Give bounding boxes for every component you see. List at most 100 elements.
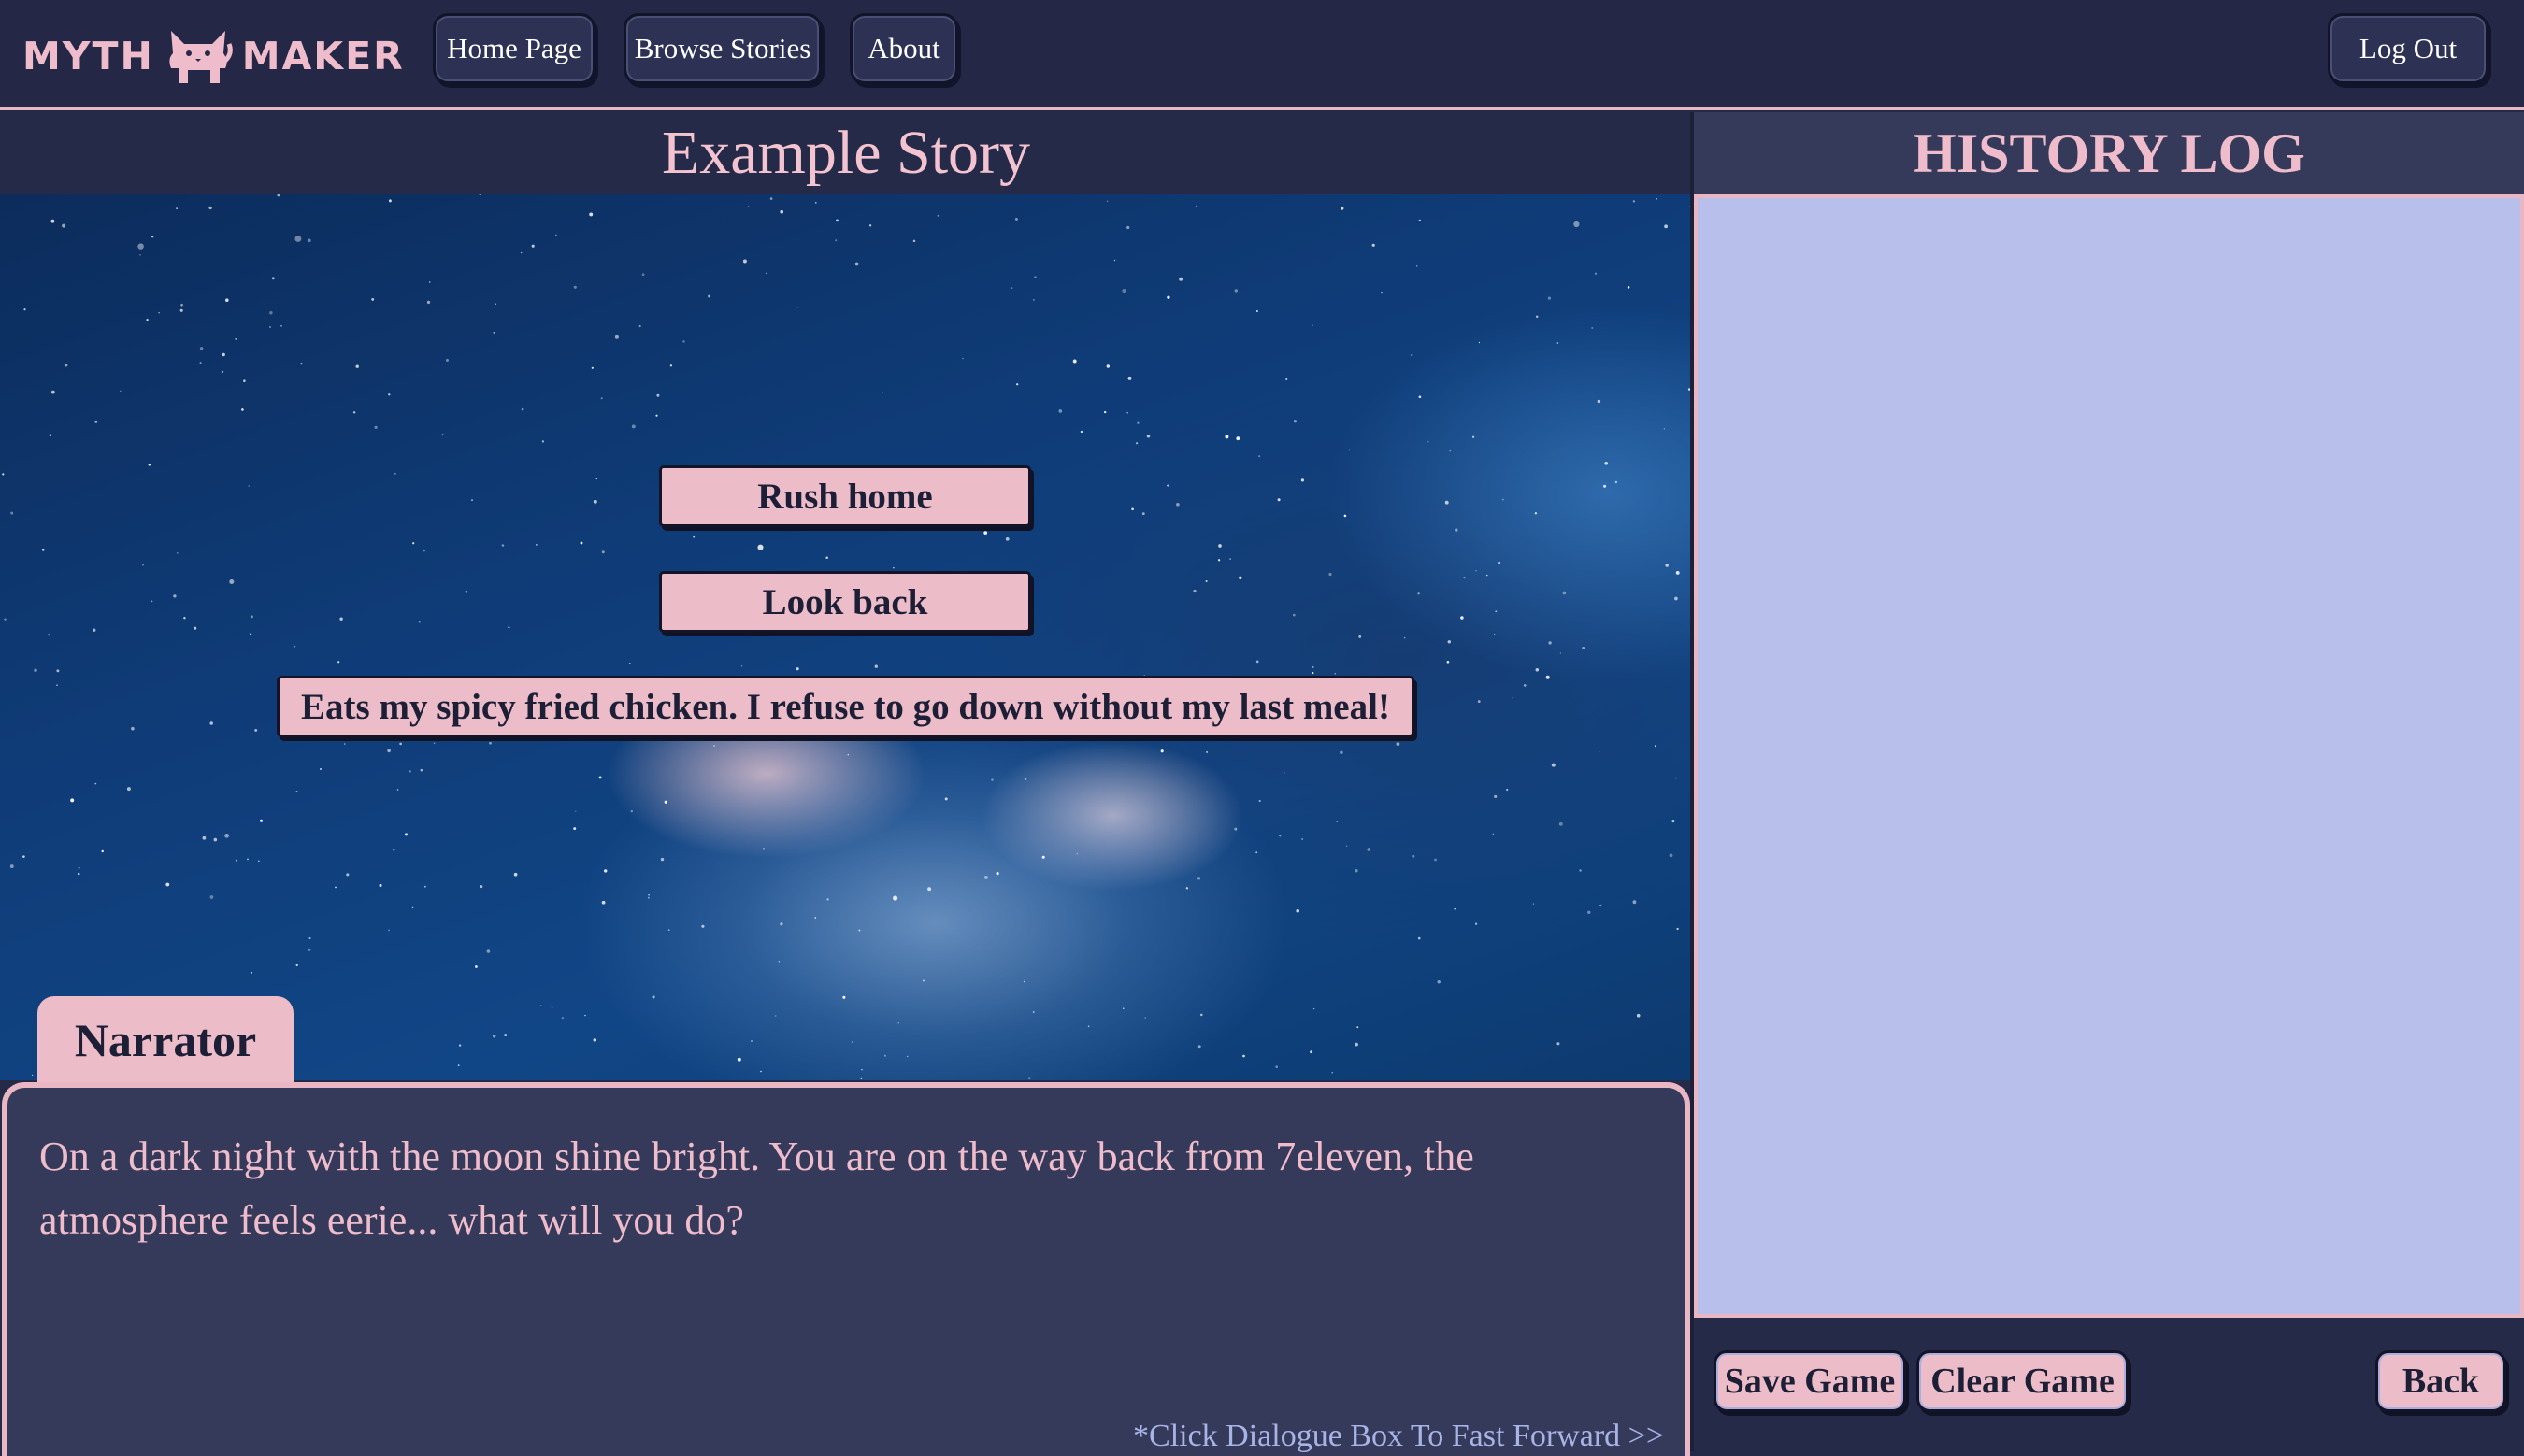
star [760,1070,762,1073]
home-page-button[interactable]: Home Page [433,13,595,84]
star [874,664,878,668]
star [1587,910,1591,914]
star [656,393,660,397]
star [1597,399,1601,404]
star [1632,900,1637,905]
star [1559,652,1562,654]
browse-stories-button[interactable]: Browse Stories [624,13,822,84]
star [641,273,645,277]
star [1310,1050,1313,1054]
star [1275,1065,1279,1069]
star [1058,409,1063,413]
star [199,362,202,364]
star [225,298,229,302]
star [1023,980,1025,983]
star [94,421,98,423]
star [708,294,710,298]
star [1027,1077,1031,1079]
star [1016,383,1019,386]
dialogue-box[interactable]: On a dark night with the moon shine brig… [2,1082,1690,1456]
star [1501,498,1504,501]
star [1636,1013,1641,1018]
star [555,234,557,236]
star [1127,376,1132,380]
star [50,219,55,223]
star [352,411,356,414]
history-log-panel[interactable] [1694,194,2524,1318]
log-out-button[interactable]: Log Out [2328,13,2488,84]
clear-game-button[interactable]: Clear Game [1916,1350,2129,1412]
star [379,883,382,888]
app-logo[interactable]: MYTH MAKER [22,22,405,90]
star [1343,514,1347,518]
star [213,837,218,842]
save-game-button[interactable]: Save Game [1714,1350,1906,1412]
star [343,743,346,745]
history-log-title: HISTORY LOG [1694,112,2524,194]
choice-button-look-back[interactable]: Look back [659,571,1031,633]
star [308,936,311,940]
star [1185,887,1189,890]
star [388,199,392,203]
star [1599,904,1602,907]
star [1285,378,1288,381]
star [1255,660,1259,664]
star [769,197,773,200]
about-button[interactable]: About [850,13,958,84]
star [433,742,436,745]
star [1123,1007,1125,1009]
star [1494,634,1496,635]
star [409,770,411,773]
top-nav-bar: MYTH MAKER Home Page Browse Stories Abou… [0,0,2524,110]
star [1474,922,1478,925]
star [142,564,144,566]
star [1312,666,1314,668]
star [1671,820,1675,823]
star [858,929,861,932]
star [183,617,186,620]
star [1336,821,1339,822]
star [1345,845,1348,847]
starfield [2,194,1691,1079]
star [199,347,204,350]
star [1358,635,1362,638]
star [78,866,80,869]
star [420,768,423,772]
star [893,895,898,901]
star [751,1040,753,1042]
choice-button-eat-chicken[interactable]: Eats my spicy fried chicken. I refuse to… [277,676,1414,737]
star [1535,315,1539,319]
star [56,669,60,673]
star [394,473,396,475]
star [1417,592,1420,595]
star [148,464,151,466]
star [222,352,225,357]
star [1196,205,1198,207]
star [176,551,179,554]
star [471,499,473,502]
star [1403,636,1406,639]
star [861,1068,863,1071]
star [1034,276,1037,278]
choice-button-rush-home[interactable]: Rush home [659,465,1031,527]
star [300,363,303,365]
star [374,425,378,429]
star [396,789,399,791]
star [1460,616,1464,620]
star [1229,558,1232,561]
star [600,397,603,400]
star [962,357,964,360]
star [92,628,96,632]
star [131,726,135,731]
star [1072,359,1077,364]
star [221,370,224,374]
star [1573,221,1580,228]
star [1239,576,1242,579]
star [1255,851,1258,854]
star [1137,421,1140,424]
back-button[interactable]: Back [2375,1350,2506,1412]
star [1328,572,1332,577]
star [983,875,988,879]
star [388,393,391,396]
star [486,949,491,953]
